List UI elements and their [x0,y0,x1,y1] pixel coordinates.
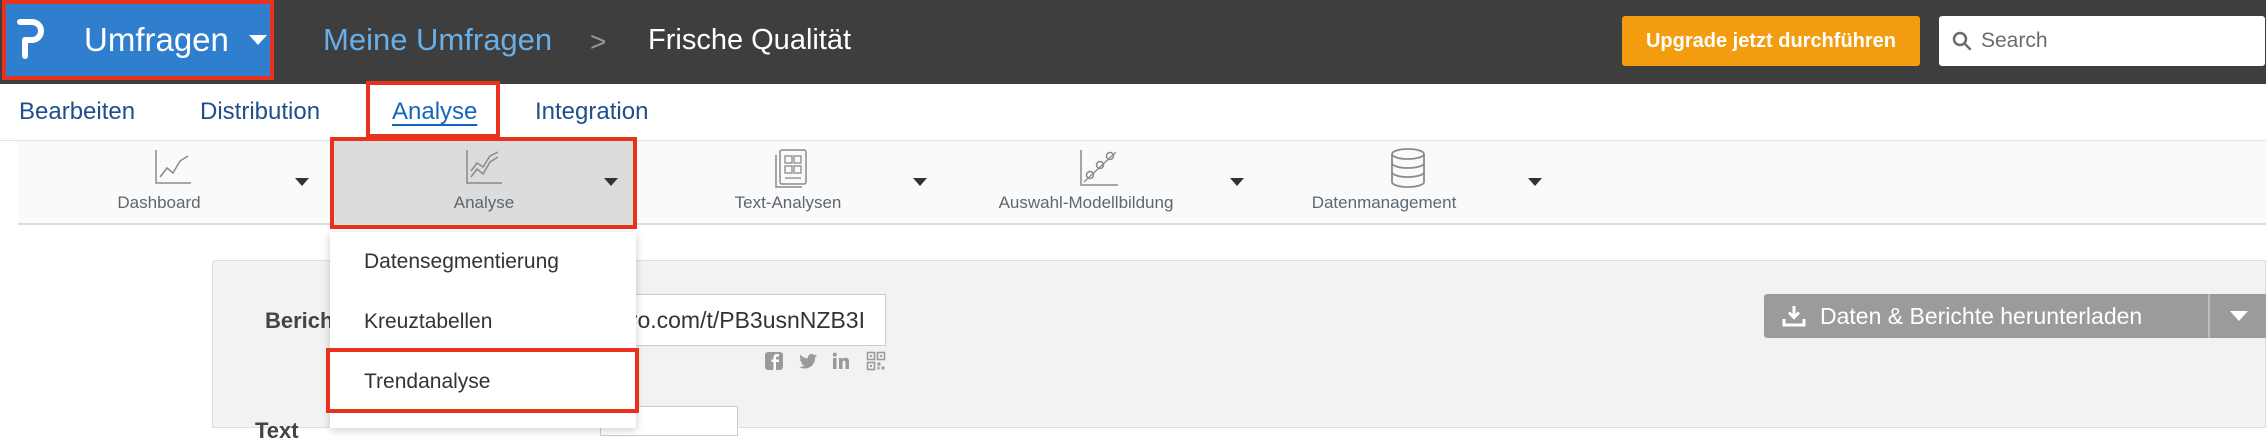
chevron-down-icon [248,35,267,45]
scatter-chart-icon [1080,150,1118,186]
main-tabs: Bearbeiten Distribution Analyse Integrat… [0,84,2266,141]
toolbar-label-dashboard: Dashboard [117,193,201,212]
report-url-field[interactable]: pro.com/t/PB3usnNZB3I [600,294,886,346]
facebook-icon[interactable] [764,351,784,371]
line-chart-icon [155,150,191,184]
chevron-down-icon[interactable] [913,178,927,186]
download-button[interactable]: Daten & Berichte herunterladen [1764,294,2208,338]
upgrade-button[interactable]: Upgrade jetzt durchführen [1622,16,1920,66]
toolbar-label-datenmanagement: Datenmanagement [1311,193,1457,212]
breadcrumb-project[interactable]: Meine Umfragen [323,22,552,58]
toolbar-dashboard[interactable]: Dashboard [18,141,330,223]
app-logo-icon [17,19,44,59]
top-bar: Umfragen Meine Umfragen > Frische Qualit… [0,0,2266,84]
tab-distribution[interactable]: Distribution [200,98,320,126]
chevron-down-icon[interactable] [1230,178,1244,186]
toolbar-auswahl-modellbildung[interactable]: Auswahl-Modellbildung [950,141,1262,223]
toolbar-label-text-analysen: Text-Analysen [734,193,842,212]
twitter-icon[interactable] [798,351,818,371]
search-box[interactable] [1939,16,2265,66]
linkedin-icon[interactable] [831,351,851,371]
chevron-down-icon[interactable] [295,178,309,186]
chevron-down-icon[interactable] [2230,311,2248,321]
toolbar-label-auswahl-modellbildung: Auswahl-Modellbildung [998,193,1174,212]
secondary-label: Text [255,418,299,443]
app-switcher[interactable]: Umfragen [2,0,274,80]
menu-item-kreuztabellen[interactable]: Kreuztabellen [364,310,492,334]
download-label: Daten & Berichte herunterladen [1820,302,2143,329]
highlight-frame-trendanalyse [326,348,639,413]
toolbar-datenmanagement[interactable]: Datenmanagement [1264,141,1576,223]
search-input[interactable] [1979,28,2243,54]
chevron-down-icon[interactable] [1528,178,1542,186]
download-button-group: Daten & Berichte herunterladen [1764,294,2266,338]
download-icon [1782,306,1806,327]
text-report-icon [775,149,807,188]
menu-item-datensegmentierung[interactable]: Datensegmentierung [364,250,559,274]
breadcrumb-survey: Frische Qualität [648,24,852,56]
tab-integration[interactable]: Integration [535,98,648,126]
tab-bearbeiten[interactable]: Bearbeiten [19,98,135,126]
breadcrumb-separator: > [590,26,607,57]
search-icon [1952,31,1972,51]
qr-code-icon[interactable] [866,351,886,371]
highlight-frame-analyse-tool [330,137,637,229]
toolbar-text-analysen[interactable]: Text-Analysen [638,141,948,223]
app-name: Umfragen [84,21,229,58]
highlight-frame-analyse-tab [366,81,500,138]
button-divider [2208,294,2210,338]
database-icon [1391,148,1425,188]
